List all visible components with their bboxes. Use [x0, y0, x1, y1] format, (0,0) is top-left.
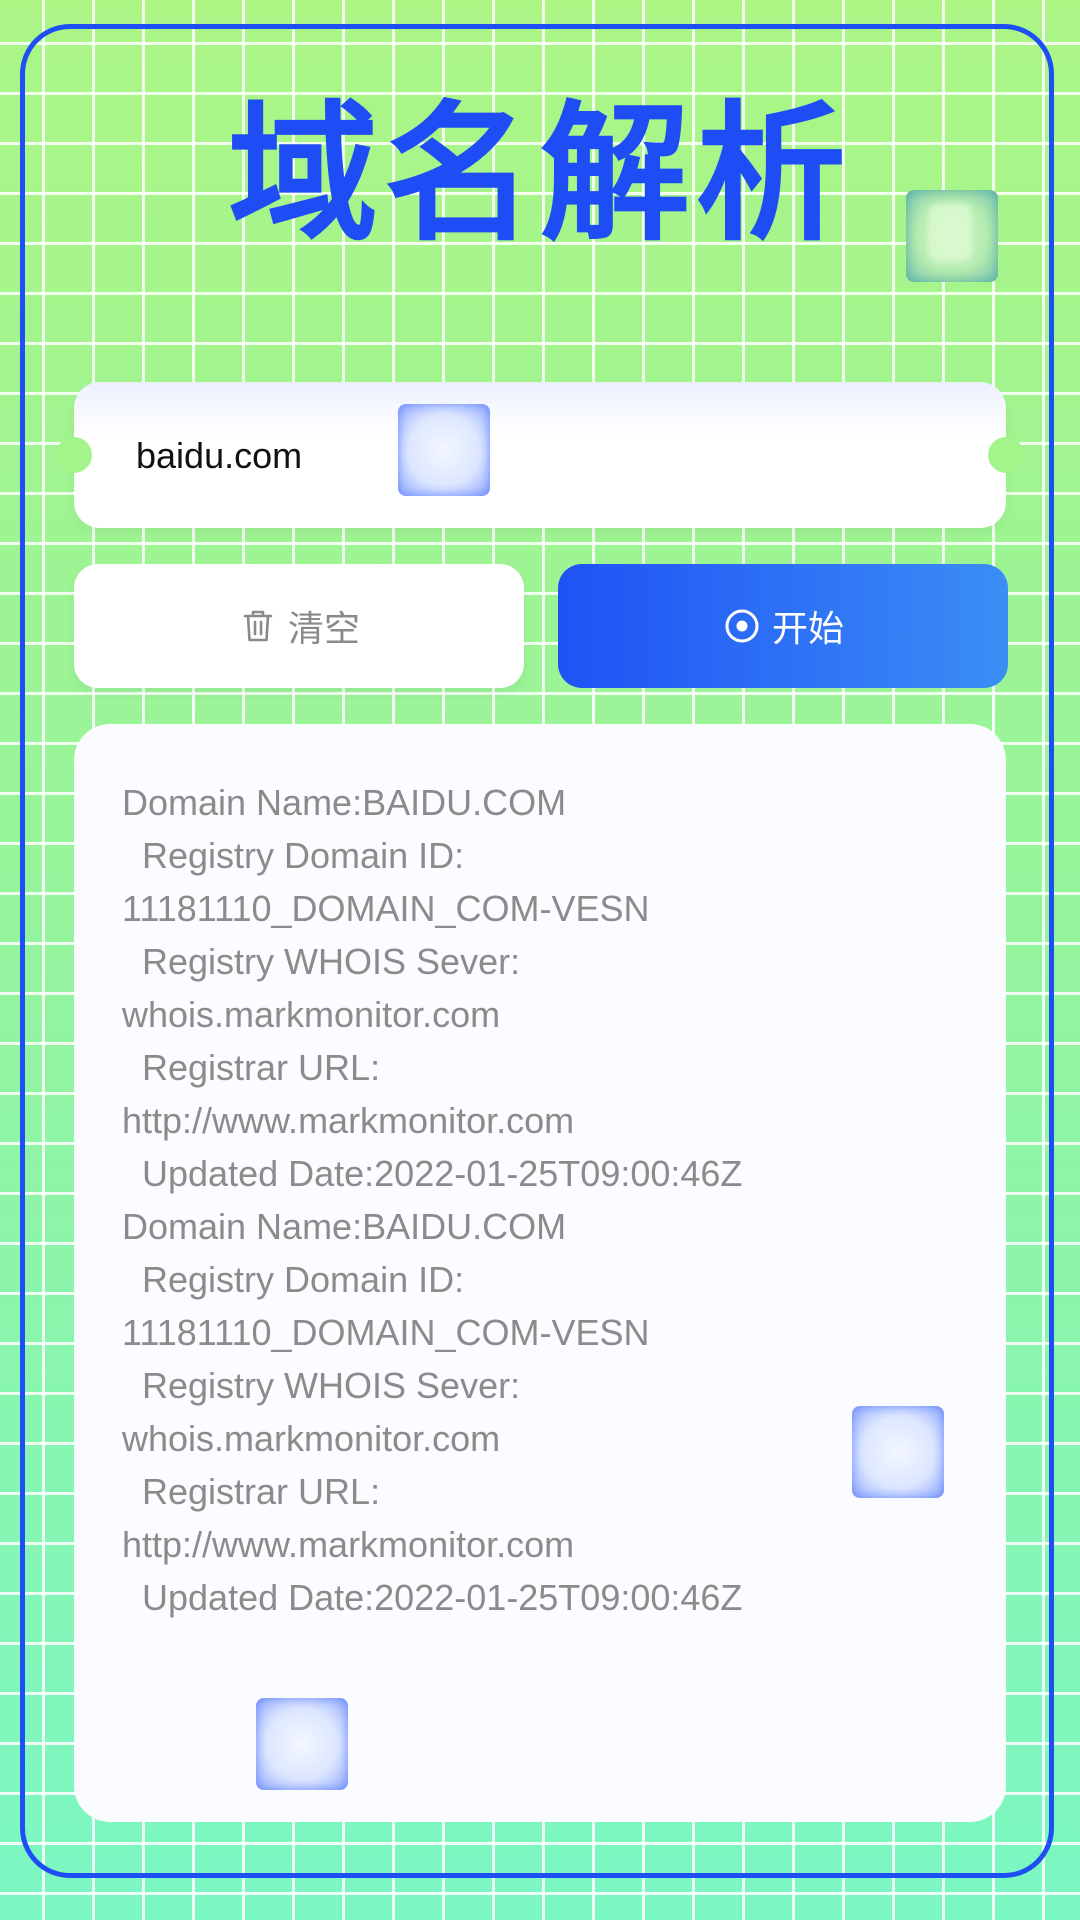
result-line: Domain Name:BAIDU.COM — [122, 1206, 567, 1247]
result-line: 11181110_DOMAIN_COM-VESN — [122, 1312, 650, 1353]
ticket-notch-left — [56, 437, 92, 473]
result-line: http://www.markmonitor.com — [122, 1524, 575, 1565]
result-line: Updated Date:2022-01-25T09:00:46Z — [122, 1577, 743, 1618]
target-icon — [722, 606, 762, 646]
result-line: http://www.markmonitor.com — [122, 1100, 575, 1141]
decorative-square — [906, 190, 998, 282]
result-line: whois.markmonitor.com — [122, 994, 501, 1035]
clear-button-label: 清空 — [287, 609, 360, 650]
result-line: 11181110_DOMAIN_COM-VESN — [122, 888, 650, 929]
start-button-label: 开始 — [771, 609, 844, 650]
result-line: Registry WHOIS Sever: — [122, 1365, 521, 1406]
decorative-square — [398, 404, 490, 496]
result-line: Registry WHOIS Sever: — [122, 941, 521, 982]
result-line: Registrar URL: — [122, 1047, 381, 1088]
result-line: Updated Date:2022-01-25T09:00:46Z — [122, 1153, 743, 1194]
result-line: Domain Name:BAIDU.COM — [122, 782, 567, 823]
decorative-square — [256, 1698, 348, 1790]
domain-input[interactable] — [136, 428, 436, 484]
decorative-square — [852, 1406, 944, 1498]
result-line: Registry Domain ID: — [122, 835, 465, 876]
clear-button[interactable]: 清空 — [74, 564, 524, 688]
domain-input-card — [56, 382, 1024, 528]
start-button[interactable]: 开始 — [558, 564, 1008, 688]
whois-result-card: Domain Name:BAIDU.COM Registry Domain ID… — [74, 724, 1006, 1822]
ticket-notch-right — [988, 437, 1024, 473]
trash-icon — [238, 606, 278, 646]
result-line: Registry Domain ID: — [122, 1259, 465, 1300]
